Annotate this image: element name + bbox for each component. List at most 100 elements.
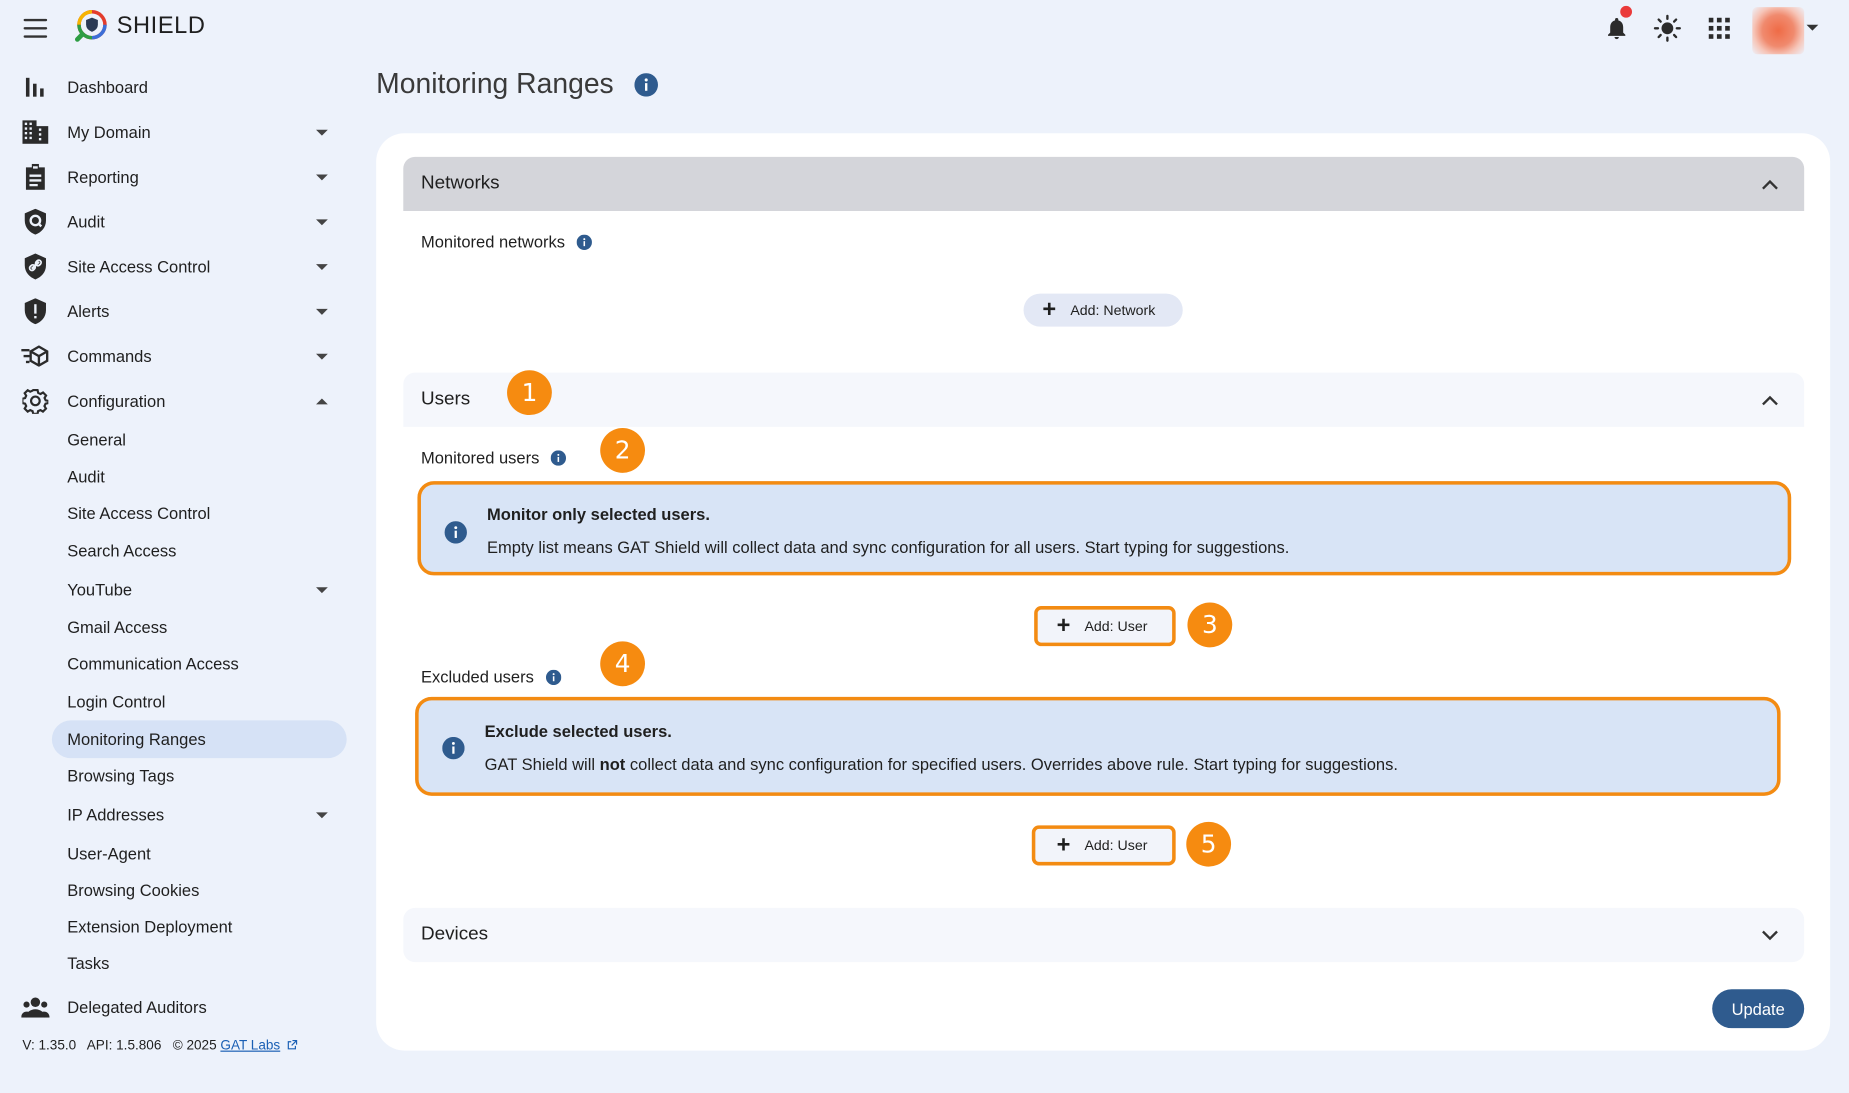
add-network-button[interactable]: + Add: Network (1023, 293, 1183, 327)
info-icon[interactable] (634, 73, 658, 102)
sidebar-subitem-ip-addresses[interactable]: IP Addresses (52, 796, 347, 834)
notification-badge (1620, 5, 1633, 18)
sidebar-item-my-domain[interactable]: My Domain (21, 111, 342, 153)
sidebar-subitem-search-access[interactable]: Search Access (52, 532, 347, 570)
chevron-up-icon (1762, 179, 1778, 189)
button-label: Add: User (1084, 837, 1148, 854)
sidebar-item-label: YouTube (67, 580, 133, 599)
sidebar-item-label: Site Access Control (67, 503, 211, 523)
field-label-text: Excluded users (420, 667, 534, 687)
sidebar-item-audit[interactable]: Audit (21, 200, 342, 242)
shield-alert-icon (21, 297, 49, 325)
plus-icon: + (1056, 613, 1071, 640)
sidebar-item-label: IP Addresses (67, 805, 165, 825)
sidebar-item-alerts[interactable]: Alerts (21, 290, 342, 332)
sidebar-subitem-tasks[interactable]: Tasks (52, 944, 347, 982)
sidebar-item-delegated-auditors[interactable]: Delegated Auditors (21, 986, 342, 1028)
users-panel-header[interactable]: Users (403, 372, 1805, 427)
sidebar-item-dashboard[interactable]: Dashboard (21, 66, 342, 108)
networks-title: Networks (420, 173, 500, 194)
devices-panel-header[interactable]: Devices (403, 907, 1805, 963)
info-icon (442, 736, 465, 760)
sidebar-item-label: Delegated Auditors (67, 997, 207, 1017)
add-excluded-user-button[interactable]: + Add: User (1031, 825, 1176, 866)
sidebar-subitem-browsing-tags[interactable]: Browsing Tags (52, 757, 347, 795)
sidebar-subitem-audit[interactable]: Audit (52, 457, 347, 495)
info-text: Empty list means GAT Shield will collect… (487, 537, 1290, 557)
sidebar-subitem-user-agent[interactable]: User-Agent (52, 835, 347, 873)
sidebar-item-label: Gmail Access (67, 617, 168, 637)
info-title: Exclude selected users. (484, 721, 672, 741)
info-title: Monitor only selected users. (487, 504, 710, 524)
page-title: Monitoring Ranges (376, 68, 614, 101)
button-label: Add: Network (1070, 301, 1156, 319)
devices-title: Devices (420, 924, 489, 945)
gear-icon (21, 387, 49, 415)
update-button[interactable]: Update (1712, 989, 1805, 1029)
monitored-networks-label: Monitored networks (420, 232, 593, 252)
excluded-users-label: Excluded users (421, 667, 561, 686)
info-icon[interactable] (551, 449, 567, 466)
apps-grid-icon[interactable] (1705, 12, 1733, 45)
shield-logo-icon (74, 10, 107, 42)
info-text-part: collect data and sync configuration for … (625, 754, 1398, 774)
info-icon[interactable] (576, 234, 593, 250)
sidebar-subitem-communication-access[interactable]: Communication Access (52, 645, 347, 683)
sidebar-subitem-general[interactable]: General (52, 421, 347, 459)
chevron-down-icon (316, 811, 328, 818)
sidebar-item-label: Communication Access (67, 654, 239, 674)
chevron-down-icon (316, 353, 328, 360)
info-text-part: GAT Shield will (484, 754, 600, 774)
sidebar-subitem-gmail-access[interactable]: Gmail Access (52, 608, 347, 646)
chevron-down-icon (316, 218, 328, 225)
sidebar-subitem-login-control[interactable]: Login Control (52, 683, 347, 721)
excluded-users-info: Exclude selected users. GAT Shield will … (415, 696, 1781, 796)
sidebar-item-label: User-Agent (67, 844, 151, 864)
shield-search-icon (21, 208, 49, 236)
commands-icon (21, 342, 49, 370)
sidebar-subitem-site-access-control[interactable]: Site Access Control (52, 494, 347, 532)
chevron-down-icon[interactable] (1806, 24, 1819, 31)
info-icon[interactable] (545, 669, 561, 685)
plus-icon: + (1056, 832, 1071, 859)
step-badge: 3 (1187, 602, 1233, 648)
external-link-icon (287, 1039, 297, 1050)
notifications-icon[interactable] (1601, 5, 1633, 45)
gat-labs-link[interactable]: GAT Labs (220, 1039, 280, 1053)
app-title: SHIELD (116, 12, 206, 39)
sidebar-item-label: Commands (67, 346, 152, 366)
sidebar-item-label: Configuration (67, 391, 166, 411)
sidebar-subitem-monitoring-ranges[interactable]: Monitoring Ranges (51, 720, 347, 759)
sidebar-item-label: Audit (67, 466, 105, 486)
chevron-down-icon (316, 263, 328, 270)
step-badge: 2 (600, 428, 646, 473)
theme-toggle-icon[interactable] (1651, 12, 1684, 45)
chevron-down-icon (316, 173, 328, 180)
sidebar-item-label: Audit (67, 212, 105, 232)
chevron-down-icon (316, 129, 328, 136)
sidebar-subitem-youtube[interactable]: YouTube (52, 571, 347, 609)
button-label: Add: User (1084, 617, 1148, 635)
sidebar-subitem-extension-deployment[interactable]: Extension Deployment (52, 908, 347, 946)
avatar[interactable] (1752, 7, 1805, 55)
sidebar-item-label: Tasks (67, 953, 110, 973)
copyright-text: © 2025 (172, 1038, 217, 1053)
sidebar-item-label: Dashboard (67, 77, 148, 97)
step-badge: 1 (507, 370, 552, 416)
sidebar-item-configuration[interactable]: Configuration (21, 380, 342, 422)
add-monitored-user-button[interactable]: + Add: User (1034, 606, 1176, 647)
step-badge: 4 (600, 641, 646, 687)
sidebar-item-commands[interactable]: Commands (21, 335, 342, 377)
chevron-up-icon (316, 397, 328, 404)
networks-panel-header[interactable]: Networks (403, 156, 1805, 212)
version-text: V: 1.35.0 (22, 1038, 77, 1053)
step-badge: 5 (1186, 821, 1232, 867)
menu-icon[interactable] (23, 18, 48, 38)
shield-link-icon (21, 252, 49, 280)
sidebar-item-site-access-control[interactable]: Site Access Control (21, 245, 342, 287)
field-label-text: Monitored networks (420, 232, 566, 252)
sidebar-item-reporting[interactable]: Reporting (21, 156, 342, 198)
chevron-down-icon (1762, 930, 1778, 940)
info-text: GAT Shield will not collect data and syn… (485, 755, 1398, 774)
sidebar-subitem-browsing-cookies[interactable]: Browsing Cookies (52, 871, 347, 909)
